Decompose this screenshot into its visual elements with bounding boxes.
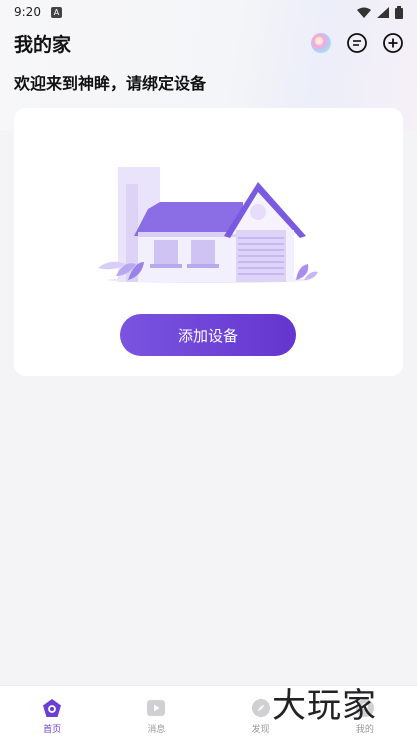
battery-icon (395, 5, 403, 19)
plus-circle-icon (383, 33, 403, 53)
nav-label-messages: 消息 (147, 725, 166, 735)
compass-icon (250, 697, 272, 719)
status-indicators (357, 5, 403, 19)
status-bar: 9:20 A (0, 0, 417, 24)
page-title: 我的家 (14, 33, 72, 56)
signal-icon (377, 6, 389, 18)
nav-item-messages[interactable]: 消息 (104, 686, 208, 741)
nav-label-discover: 发现 (251, 725, 270, 735)
empty-device-card: 添加设备 (14, 108, 403, 376)
status-time: 9:20 (14, 5, 41, 19)
header: 我的家 (14, 30, 405, 56)
assistant-orb-button[interactable] (309, 31, 333, 55)
header-actions (309, 31, 405, 55)
chat-icon (347, 33, 367, 53)
add-button[interactable] (381, 31, 405, 55)
welcome-text: 欢迎来到神眸，请绑定设备 (14, 74, 207, 93)
watermark: 大玩家 (272, 686, 377, 726)
assistant-orb-icon (311, 33, 331, 53)
nav-label-home: 首页 (43, 725, 62, 735)
wifi-icon (357, 7, 371, 18)
home-icon (41, 697, 63, 719)
message-button[interactable] (345, 31, 369, 55)
play-icon (145, 697, 167, 719)
house-illustration (98, 167, 318, 283)
notification-icon: A (50, 6, 62, 18)
add-device-button[interactable]: 添加设备 (120, 314, 296, 356)
nav-item-home[interactable]: 首页 (0, 686, 104, 741)
